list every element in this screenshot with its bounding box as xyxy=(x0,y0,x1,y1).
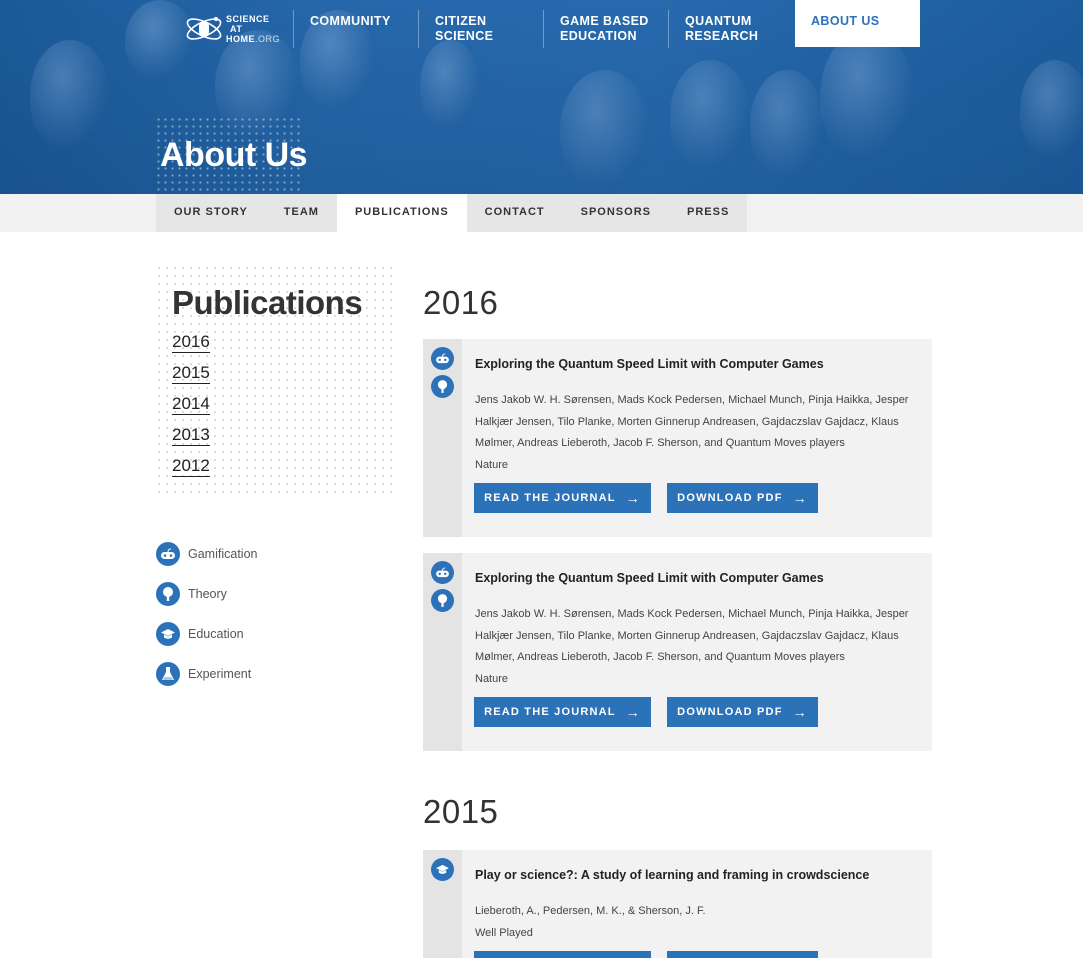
legend-theory[interactable]: Theory xyxy=(156,574,257,614)
lightbulb-icon xyxy=(156,582,180,606)
subnav-publications[interactable]: PUBLICATIONS xyxy=(336,194,467,232)
read-journal-button[interactable]: READ THE JOURNAL → xyxy=(474,697,651,727)
year-link-2013[interactable]: 2013 xyxy=(172,425,210,456)
category-rail xyxy=(423,553,462,751)
subnav-team[interactable]: TEAM xyxy=(266,194,337,232)
publication-journal: Nature xyxy=(475,459,509,471)
category-rail xyxy=(423,850,462,958)
logo-org: .ORG xyxy=(255,34,281,44)
publication-journal: Nature xyxy=(475,673,509,685)
subnav-our-story[interactable]: OUR STORY xyxy=(156,194,266,232)
legend-label: Theory xyxy=(188,587,227,601)
nav-community[interactable]: COMMUNITY xyxy=(293,10,418,48)
arrow-right-icon: → xyxy=(792,490,808,506)
year-link-2012[interactable]: 2012 xyxy=(172,456,210,487)
nav-about-us[interactable]: ABOUT US xyxy=(795,0,920,47)
page-title: About Us xyxy=(160,136,308,174)
graduation-cap-icon xyxy=(156,622,180,646)
year-list: 2016 2015 2014 2013 2012 xyxy=(172,332,210,487)
arrow-right-icon: → xyxy=(625,490,641,506)
publication-authors: Lieberoth, A., Pedersen, M. K., & Sherso… xyxy=(475,905,706,917)
publication-card: Exploring the Quantum Speed Limit with C… xyxy=(423,339,932,537)
subnav-press[interactable]: PRESS xyxy=(669,194,747,232)
publication-card: Play or science?: A study of learning an… xyxy=(423,850,932,958)
publication-title: Play or science?: A study of learning an… xyxy=(475,868,870,882)
read-journal-button[interactable] xyxy=(474,951,651,958)
year-link-2016[interactable]: 2016 xyxy=(172,332,210,363)
lightbulb-icon xyxy=(431,375,454,398)
year-heading-2015: 2015 xyxy=(423,793,499,830)
publication-journal: Well Played xyxy=(475,927,533,939)
gamepad-icon xyxy=(431,561,454,584)
subnav-sponsors[interactable]: SPONSORS xyxy=(563,194,669,232)
logo-line-1: SCIENCE xyxy=(226,14,270,24)
lightbulb-icon xyxy=(431,589,454,612)
legend-experiment[interactable]: Experiment xyxy=(156,654,257,694)
atom-logo-icon xyxy=(186,17,222,40)
year-link-2015[interactable]: 2015 xyxy=(172,363,210,394)
gamepad-icon xyxy=(431,347,454,370)
download-pdf-button[interactable]: DOWNLOAD PDF → xyxy=(667,483,818,513)
graduation-cap-icon xyxy=(431,858,454,881)
flask-icon xyxy=(156,662,180,686)
read-journal-button[interactable]: READ THE JOURNAL → xyxy=(474,483,651,513)
subnav-contact[interactable]: CONTACT xyxy=(467,194,563,232)
logo-line-2: AT xyxy=(230,24,243,34)
arrow-right-icon: → xyxy=(625,704,641,720)
arrow-right-icon: → xyxy=(792,704,808,720)
year-link-2014[interactable]: 2014 xyxy=(172,394,210,425)
nav-quantum-research[interactable]: QUANTUM RESEARCH xyxy=(668,10,793,48)
nav-citizen-science[interactable]: CITIZEN SCIENCE xyxy=(418,10,543,48)
category-legend: Gamification Theory Education Experiment xyxy=(156,534,257,694)
download-pdf-button[interactable] xyxy=(667,951,818,958)
legend-gamification[interactable]: Gamification xyxy=(156,534,257,574)
category-rail xyxy=(423,339,462,537)
year-heading-2016: 2016 xyxy=(423,284,499,321)
sidebar-title: Publications xyxy=(172,284,363,321)
site-logo[interactable]: SCIENCE AT HOME.ORG xyxy=(184,10,292,48)
legend-education[interactable]: Education xyxy=(156,614,257,654)
main-nav: COMMUNITY CITIZEN SCIENCE GAME BASED EDU… xyxy=(293,10,793,48)
logo-line-3: HOME xyxy=(226,34,255,44)
gamepad-icon xyxy=(156,542,180,566)
legend-label: Education xyxy=(188,627,244,641)
publication-title: Exploring the Quantum Speed Limit with C… xyxy=(475,571,824,585)
subnav: OUR STORY TEAM PUBLICATIONS CONTACT SPON… xyxy=(156,194,748,232)
publication-authors: Jens Jakob W. H. Sørensen, Mads Kock Ped… xyxy=(475,394,909,449)
publication-card: Exploring the Quantum Speed Limit with C… xyxy=(423,553,932,751)
legend-label: Experiment xyxy=(188,667,252,681)
publication-authors: Jens Jakob W. H. Sørensen, Mads Kock Ped… xyxy=(475,608,909,663)
publication-title: Exploring the Quantum Speed Limit with C… xyxy=(475,357,824,371)
legend-label: Gamification xyxy=(188,547,258,561)
download-pdf-button[interactable]: DOWNLOAD PDF → xyxy=(667,697,818,727)
nav-game-based-education[interactable]: GAME BASED EDUCATION xyxy=(543,10,668,48)
